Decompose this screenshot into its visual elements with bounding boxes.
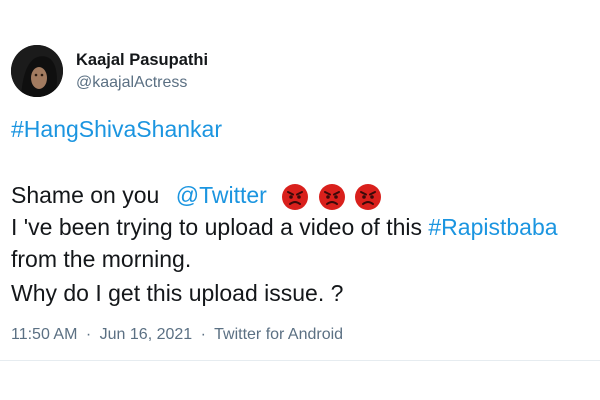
- author-name[interactable]: Kaajal Pasupathi: [76, 51, 208, 70]
- tweet-source[interactable]: Twitter for Android: [214, 326, 343, 343]
- tweet-text: Shame on you: [11, 182, 160, 208]
- tweet-text: I 've been trying to upload a video of t…: [11, 214, 429, 240]
- tweet-line-4: Why do I get this upload issue. ?: [11, 280, 344, 306]
- tweet-line-3: from the morning.: [11, 246, 192, 272]
- avatar-image: [11, 45, 63, 97]
- avatar[interactable]: [11, 45, 63, 97]
- tweet-time[interactable]: 11:50 AM: [11, 326, 77, 343]
- tweet-card: Kaajal Pasupathi @kaajalActress #HangShi…: [0, 0, 600, 400]
- angry-face-icon: [354, 183, 382, 211]
- divider: [0, 360, 600, 361]
- tweet-meta: 11:50 AM · Jun 16, 2021 · Twitter for An…: [11, 326, 343, 344]
- tweet-date[interactable]: Jun 16, 2021: [100, 326, 193, 343]
- tweet-line-2: I 've been trying to upload a video of t…: [11, 214, 558, 241]
- meta-separator: ·: [200, 326, 206, 343]
- author-handle[interactable]: @kaajalActress: [76, 74, 187, 92]
- meta-separator: ·: [85, 326, 92, 343]
- hashtag-link[interactable]: #Rapistbaba: [428, 214, 557, 240]
- hashtag-link[interactable]: #HangShivaShankar: [11, 116, 222, 142]
- angry-face-icon: [281, 183, 309, 211]
- tweet-line-1: Shame on you @Twitter: [11, 182, 384, 211]
- emoji-group: [281, 183, 384, 211]
- angry-face-icon: [318, 183, 346, 211]
- mention-link[interactable]: @Twitter: [176, 182, 267, 208]
